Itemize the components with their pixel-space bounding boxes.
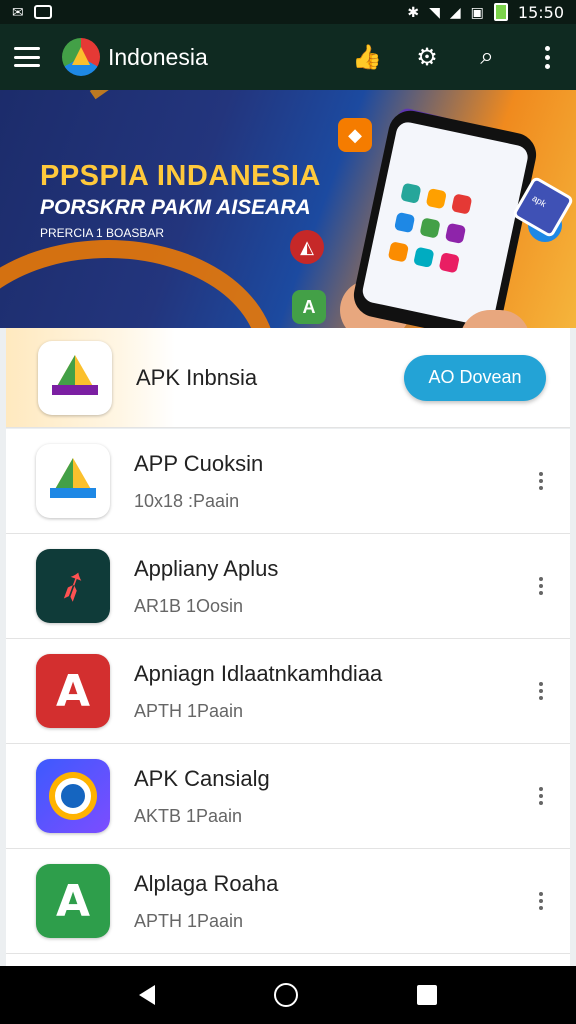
more-vert-icon[interactable] <box>532 42 562 72</box>
list-item[interactable]: APK Cansialg AKTB 1Paain <box>6 744 570 849</box>
app-list: APP Cuoksin 10x18 :Paain ➶ Appliany Aplu… <box>6 429 570 974</box>
signal-icon: ◢ <box>449 4 461 20</box>
app-bar: Indonesia 👍 ⚙ ⌕ <box>0 24 576 90</box>
notification-icon <box>33 5 52 19</box>
floating-app-icon: ◭ <box>290 230 324 264</box>
app-title: Apniagn Idlaatnkamhdiaa <box>134 660 383 686</box>
app-subtitle: APTH 1Paain <box>134 910 244 931</box>
list-item[interactable]: ➶ Appliany Aplus AR1B 1Oosin <box>6 534 570 639</box>
app-subtitle: APTH 1Paain <box>134 700 244 721</box>
app-title: APK Cansialg <box>134 765 270 791</box>
banner-caption: PRERCIA 1 BOASBAR <box>40 226 165 240</box>
app-title: Appliany Aplus <box>134 555 279 581</box>
list-item[interactable]: A Apniagn Idlaatnkamhdiaa APTH 1Paain <box>6 639 570 744</box>
banner-headline: PPSPIA INDANESIA <box>40 160 321 192</box>
letter-a-red-icon: A <box>36 654 110 728</box>
list-item[interactable]: A Alplaga Roaha APTH 1Paain <box>6 849 570 954</box>
more-vert-icon[interactable] <box>526 676 556 706</box>
more-vert-icon[interactable] <box>526 886 556 916</box>
wifi-icon: ◥ <box>429 4 440 20</box>
drive-icon <box>36 444 110 518</box>
download-button[interactable]: AO Dovean <box>404 354 546 401</box>
nfc-icon: ▣ <box>470 4 484 20</box>
settings-icon[interactable]: ⚙ <box>412 42 442 72</box>
featured-app-name: APK Inbnsia <box>136 364 258 390</box>
floating-app-icon: ◆ <box>338 118 372 152</box>
thumbs-up-icon[interactable]: 👍 <box>352 42 382 72</box>
clock: 15:50 <box>517 2 564 22</box>
gmail-icon: ✉ <box>12 4 24 20</box>
system-nav-bar <box>0 966 576 1024</box>
letter-a-green-icon: A <box>36 864 110 938</box>
app-subtitle: 10x18 :Paain <box>134 490 240 511</box>
back-icon[interactable] <box>139 985 156 1005</box>
list-item[interactable]: APP Cuoksin 10x18 :Paain <box>6 429 570 534</box>
recent-apps-icon[interactable] <box>416 985 437 1005</box>
swift-icon: ➶ <box>36 549 110 623</box>
battery-icon <box>493 3 508 21</box>
more-vert-icon[interactable] <box>526 781 556 811</box>
phone-illustration <box>349 106 541 328</box>
gear-app-icon <box>36 759 110 833</box>
hamburger-menu-icon[interactable] <box>14 47 40 67</box>
featured-app-row[interactable]: APK Inbnsia AO Dovean <box>6 328 570 428</box>
floating-app-icon: A <box>292 290 326 324</box>
more-vert-icon[interactable] <box>526 466 556 496</box>
app-title: APP Cuoksin <box>134 450 264 476</box>
app-subtitle: AR1B 1Oosin <box>134 595 244 616</box>
bluetooth-icon: ✱ <box>407 4 420 20</box>
app-title: Indonesia <box>108 43 208 70</box>
status-bar: ✉ ✱ ◥ ◢ ▣ 15:50 <box>0 0 576 24</box>
featured-app-icon <box>38 340 112 415</box>
home-icon[interactable] <box>273 983 298 1007</box>
app-title: Alplaga Roaha <box>134 870 279 896</box>
search-icon[interactable]: ⌕ <box>472 42 502 72</box>
banner-subheadline: PORSKRR PAKM AISEARA <box>40 196 311 219</box>
app-logo-icon <box>62 38 100 76</box>
promo-banner[interactable]: PPSPIA INDANESIA PORSKRR PAKM AISEARA PR… <box>0 90 576 328</box>
more-vert-icon[interactable] <box>526 571 556 601</box>
app-subtitle: AKTB 1Paain <box>134 805 243 826</box>
